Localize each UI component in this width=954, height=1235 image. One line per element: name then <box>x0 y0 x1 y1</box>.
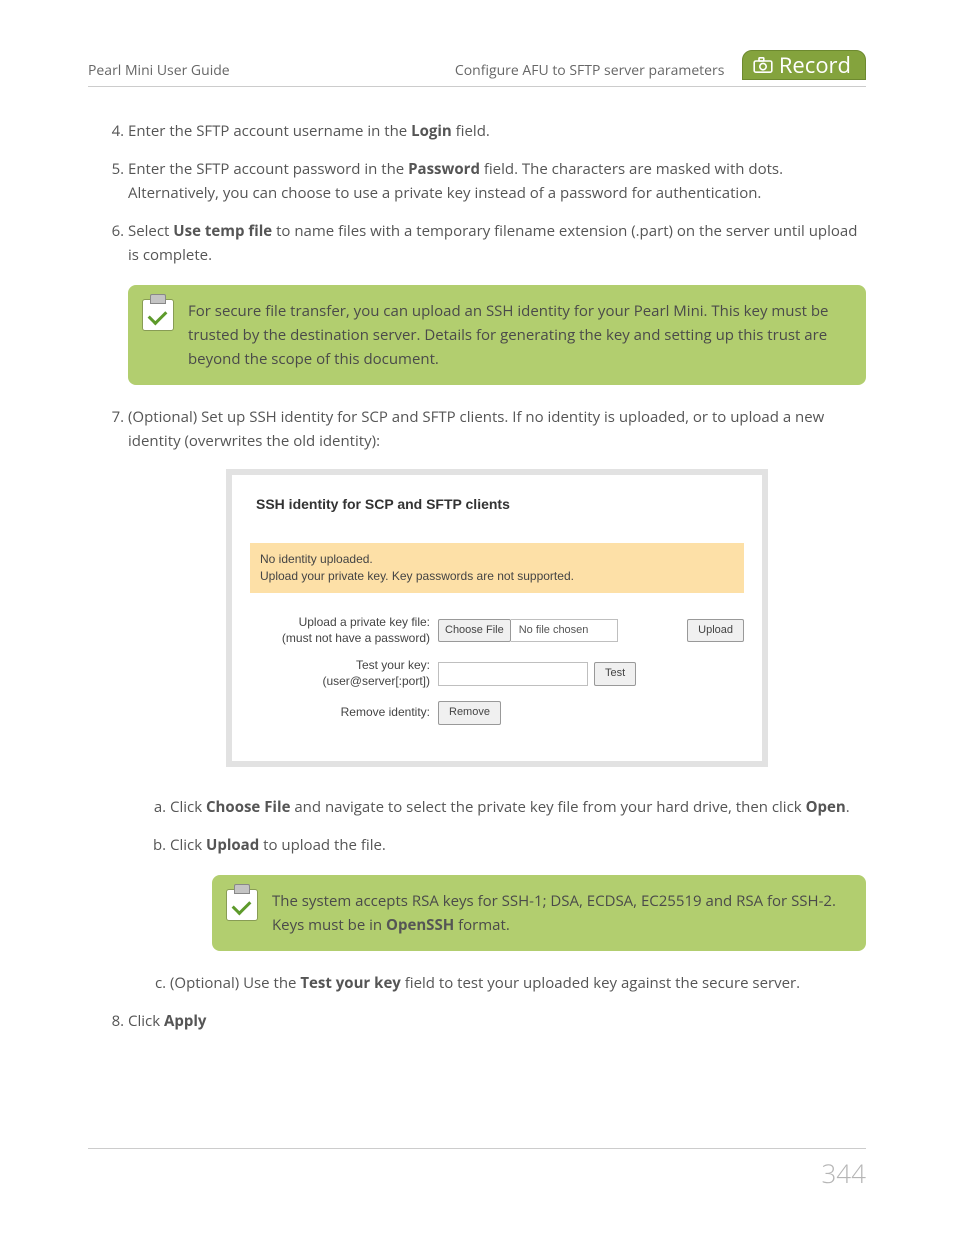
substep-b: Click Upload to upload the file. The sys… <box>170 833 866 951</box>
bold: Apply <box>164 1011 206 1031</box>
choose-file-button[interactable]: Choose File <box>438 619 511 643</box>
bold: Login <box>411 121 452 141</box>
substep-list: Click Choose File and navigate to select… <box>128 795 866 995</box>
text: Select <box>128 221 173 241</box>
ssh-warning: No identity uploaded. Upload your privat… <box>250 543 744 593</box>
text: field to test your uploaded key against … <box>401 973 800 993</box>
camera-icon <box>753 57 773 73</box>
bold: OpenSSH <box>386 915 454 935</box>
record-label: Record <box>779 54 851 76</box>
text: (user@server[:port]) <box>322 674 430 688</box>
remove-identity-label: Remove identity: <box>250 705 430 721</box>
ssh-panel-title: SSH identity for SCP and SFTP clients <box>232 475 762 519</box>
text: Enter the SFTP account username in the <box>128 121 411 141</box>
ssh-form: Upload a private key file: (must not hav… <box>232 607 762 761</box>
ssh-identity-panel: SSH identity for SCP and SFTP clients No… <box>226 469 768 767</box>
upload-key-label: Upload a private key file: (must not hav… <box>250 615 430 646</box>
text: The system accepts RSA keys for SSH-1; D… <box>272 891 836 935</box>
test-key-controls: Test <box>438 662 736 686</box>
no-file-chosen-label: No file chosen <box>511 619 618 643</box>
substep-c: (Optional) Use the Test your key field t… <box>170 971 866 995</box>
step-6: Select Use temp file to name files with … <box>128 219 866 385</box>
text: field. <box>452 121 490 141</box>
text: Enter the SFTP account password in the <box>128 159 408 179</box>
page-content: Enter the SFTP account username in the L… <box>88 87 866 1033</box>
step-7: (Optional) Set up SSH identity for SCP a… <box>128 405 866 995</box>
text: Test your key: <box>356 658 430 672</box>
test-button[interactable]: Test <box>594 662 636 686</box>
bold: Open <box>806 797 846 817</box>
page-header: Pearl Mini User Guide Configure AFU to S… <box>88 50 866 87</box>
callout-text: The system accepts RSA keys for SSH-1; D… <box>272 889 844 937</box>
bold: Test your key <box>300 973 401 993</box>
text: Click <box>170 835 206 855</box>
remove-identity-row: Remove identity: Remove <box>250 701 744 725</box>
text: No identity uploaded. <box>260 552 373 566</box>
test-key-input[interactable] <box>438 662 588 686</box>
page-number: 344 <box>821 1155 866 1191</box>
callout-text: For secure file transfer, you can upload… <box>188 299 844 371</box>
text: Upload a private key file: <box>299 615 430 629</box>
step-8: Click Apply <box>128 1009 866 1033</box>
text: Click <box>128 1011 164 1031</box>
file-picker: Choose File No file chosen <box>438 619 679 643</box>
bold: Choose File <box>206 797 290 817</box>
clipboard-check-icon <box>226 889 258 921</box>
text: Click <box>170 797 206 817</box>
remove-identity-controls: Remove <box>438 701 736 725</box>
section-title: Configure AFU to SFTP server parameters <box>375 61 742 80</box>
guide-title: Pearl Mini User Guide <box>88 61 375 80</box>
page-footer: 344 <box>88 1148 866 1191</box>
step-list: Enter the SFTP account username in the L… <box>88 119 866 1033</box>
bold: Upload <box>206 835 259 855</box>
record-tab[interactable]: Record <box>742 50 866 80</box>
text: (Optional) Set up SSH identity for SCP a… <box>128 407 824 451</box>
text: . <box>846 797 850 817</box>
clipboard-check-icon <box>142 299 174 331</box>
test-key-row: Test your key: (user@server[:port]) Test <box>250 658 744 689</box>
bold: Use temp file <box>173 221 272 241</box>
step-5: Enter the SFTP account password in the P… <box>128 157 866 205</box>
upload-button[interactable]: Upload <box>687 619 744 643</box>
text: Upload your private key. Key passwords a… <box>260 569 574 583</box>
bold: Password <box>408 159 480 179</box>
test-key-label: Test your key: (user@server[:port]) <box>250 658 430 689</box>
text: and navigate to select the private key f… <box>290 797 805 817</box>
remove-button[interactable]: Remove <box>438 701 501 725</box>
substep-a: Click Choose File and navigate to select… <box>170 795 866 819</box>
text: to upload the file. <box>259 835 386 855</box>
upload-key-row: Upload a private key file: (must not hav… <box>250 615 744 646</box>
step-4: Enter the SFTP account username in the L… <box>128 119 866 143</box>
text: (must not have a password) <box>282 631 430 645</box>
text: (Optional) Use the <box>170 973 300 993</box>
text: format. <box>454 915 510 935</box>
callout-secure-transfer: For secure file transfer, you can upload… <box>128 285 866 385</box>
callout-key-format: The system accepts RSA keys for SSH-1; D… <box>212 875 866 951</box>
